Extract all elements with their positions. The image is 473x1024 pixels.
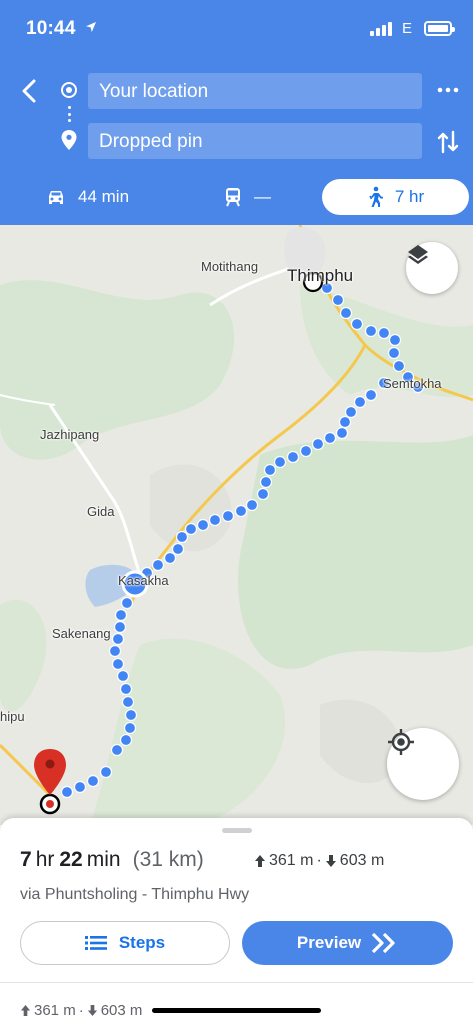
tab-transit[interactable]: — (224, 179, 271, 215)
duration-minutes: 22 (59, 848, 83, 871)
elevation-separator-secondary: · (78, 1002, 84, 1019)
map-view[interactable]: Motithang Thimphu Semtokha Jazhipang Gid… (0, 225, 473, 825)
walking-time: 7 hr (394, 187, 425, 206)
battery-icon (424, 21, 455, 36)
map-label-kasakha: Kasakha (118, 573, 169, 588)
preview-button[interactable]: Preview (242, 921, 453, 965)
map-label-sakenang: Sakenang (52, 626, 111, 641)
sheet-divider (0, 982, 473, 983)
my-location-button[interactable] (387, 728, 459, 800)
ascent-arrow-icon (20, 1005, 31, 1016)
layers-icon (408, 245, 428, 264)
map-label-gida: Gida (87, 504, 115, 519)
duration-hours: 7 (20, 848, 32, 871)
walking-route-dots (60, 281, 425, 799)
car-icon (46, 189, 66, 206)
sheet-drag-handle[interactable] (222, 828, 252, 833)
elevation-summary: 361 m · 603 m (254, 852, 384, 870)
swap-directions-icon[interactable] (437, 128, 459, 156)
layers-button[interactable] (406, 242, 458, 294)
descent-value-secondary: 603 m (100, 1002, 143, 1019)
descent-arrow-icon (87, 1005, 97, 1016)
status-bar: 10:44 E (0, 0, 473, 58)
steps-label: Steps (118, 933, 166, 952)
map-label-motithang: Motithang (201, 259, 259, 274)
train-icon (224, 187, 242, 207)
descent-arrow-icon (325, 855, 336, 867)
elevation-separator: · (316, 852, 322, 869)
tab-driving[interactable]: 44 min (46, 179, 129, 215)
route-summary-sheet[interactable]: 7 hr 22 min (31 km) 361 m · 603 m via Ph… (0, 818, 473, 1024)
travel-mode-tabs: 44 min — 7 hr (0, 176, 473, 218)
preview-label: Preview (296, 933, 362, 952)
double-chevron-icon (370, 932, 398, 954)
map-label-jazhipang: Jazhipang (40, 427, 100, 442)
origin-dot-icon (61, 82, 77, 98)
duration-hours-unit: hr (35, 848, 55, 871)
duration-minutes-unit: min (86, 848, 121, 871)
steps-button[interactable]: Steps (20, 921, 230, 965)
network-type: E (402, 20, 413, 37)
directions-screen: 10:44 E Your location Dropped pin 44 min (0, 0, 473, 1024)
elevation-summary-secondary: 361 m · 603 m (20, 1002, 142, 1019)
descent-value: 603 m (339, 852, 385, 869)
cellular-signal-icon (370, 22, 392, 36)
more-options-icon[interactable] (436, 80, 460, 100)
route-via: via Phuntsholing - Thimphu Hwy (20, 886, 250, 903)
route-duration: 7 hr 22 min (31 km) (20, 848, 204, 872)
tab-walking[interactable]: 7 hr (322, 179, 469, 215)
destination-input[interactable]: Dropped pin (88, 123, 422, 159)
home-indicator[interactable] (152, 1008, 321, 1013)
map-label-thimphu: Thimphu (287, 266, 354, 285)
directions-header: 10:44 E Your location Dropped pin 44 min (0, 0, 473, 225)
back-arrow-icon[interactable] (16, 76, 44, 106)
route-distance: (31 km) (132, 848, 204, 871)
route-connector-dots (67, 106, 71, 122)
ascent-arrow-icon (255, 855, 265, 867)
list-icon (84, 935, 107, 951)
destination-pin-icon (61, 130, 77, 150)
ascent-value-secondary: 361 m (34, 1002, 76, 1019)
transit-time: — (254, 187, 271, 206)
walking-icon (367, 186, 383, 208)
origin-input[interactable]: Your location (88, 73, 422, 109)
status-time: 10:44 (26, 18, 76, 39)
location-arrow-icon (86, 22, 96, 32)
map-label-semtokha: Semtokha (383, 376, 442, 391)
crosshair-icon (388, 729, 414, 755)
map-label-hipu: hipu (0, 709, 25, 724)
ascent-value: 361 m (269, 852, 314, 869)
driving-time: 44 min (78, 187, 130, 206)
